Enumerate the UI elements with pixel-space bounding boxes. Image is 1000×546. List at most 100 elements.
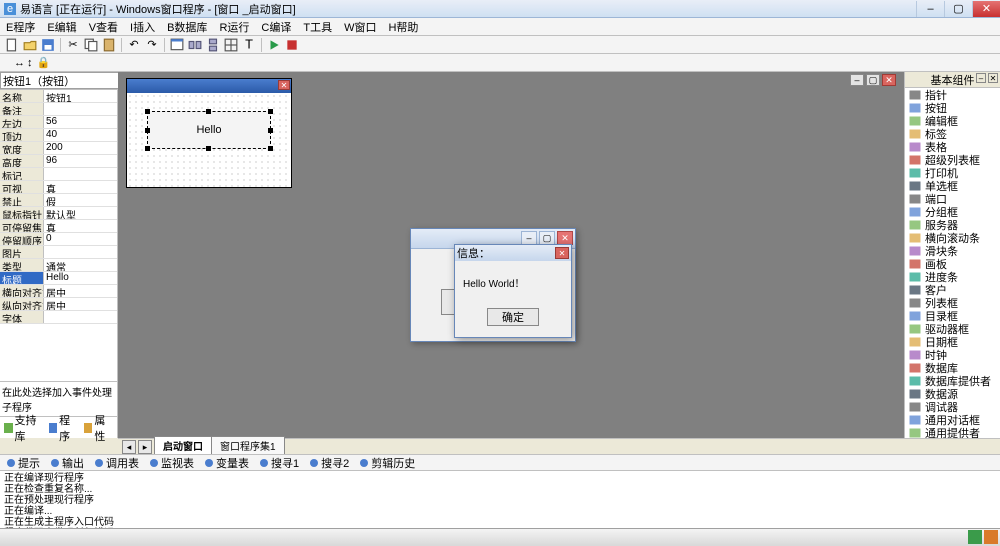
property-row[interactable]: 左边56 <box>0 116 117 129</box>
redo-icon[interactable]: ↷ <box>144 38 160 52</box>
runtime-close-icon[interactable]: ✕ <box>557 231 573 245</box>
paste-icon[interactable] <box>101 38 117 52</box>
left-tab[interactable]: 程序 <box>49 412 78 444</box>
design-button[interactable]: Hello <box>147 111 271 149</box>
run-icon[interactable] <box>266 38 282 52</box>
property-value[interactable]: Hello <box>44 272 117 284</box>
menu-item[interactable]: R运行 <box>219 19 249 35</box>
property-grid[interactable]: 名称按钮1备注左边56顶边40宽度200高度96标记可视真禁止假鼠标指针默认型可… <box>0 90 117 381</box>
tray-icon[interactable] <box>984 530 998 544</box>
property-value[interactable] <box>44 168 117 180</box>
resize-handle[interactable] <box>268 146 273 151</box>
menu-item[interactable]: I插入 <box>130 19 155 35</box>
property-value[interactable]: 真 <box>44 181 117 193</box>
tab-order-icon[interactable]: T <box>241 38 257 52</box>
document-tab[interactable]: 窗口程序集1 <box>211 436 285 454</box>
menu-item[interactable]: H帮助 <box>388 19 418 35</box>
component-item[interactable]: 滑块条 <box>905 244 1000 257</box>
document-tab[interactable]: 启动窗口 <box>154 436 212 454</box>
property-row[interactable]: 备注 <box>0 103 117 116</box>
palette-close-icon[interactable]: ✕ <box>988 73 998 83</box>
layout-v-icon[interactable] <box>205 38 221 52</box>
output-panel[interactable]: 正在编译现行程序 正在检查重复名称... 正在预处理现行程序 正在编译... 正… <box>0 470 1000 528</box>
tab-nav-prev[interactable]: ◂ <box>122 440 136 454</box>
layout-h-icon[interactable] <box>187 38 203 52</box>
property-value[interactable]: 真 <box>44 220 117 232</box>
messagebox-close-icon[interactable]: ✕ <box>555 247 569 259</box>
property-value[interactable]: 居中 <box>44 298 117 310</box>
property-row[interactable]: 横向对齐方式居中 <box>0 285 117 298</box>
bottom-tool-tab[interactable]: 调用表 <box>94 455 139 471</box>
resize-handle[interactable] <box>206 146 211 151</box>
resize-handle[interactable] <box>268 128 273 133</box>
bottom-tool-tab[interactable]: 搜寻1 <box>259 455 299 471</box>
menu-item[interactable]: T工具 <box>303 19 332 35</box>
property-row[interactable]: 可视真 <box>0 181 117 194</box>
window-minimize-button[interactable]: – <box>916 1 944 17</box>
property-value[interactable]: 通常 <box>44 259 117 271</box>
design-form-close-icon[interactable]: ✕ <box>278 80 290 90</box>
grid-icon[interactable] <box>223 38 239 52</box>
component-item[interactable]: 日期框 <box>905 335 1000 348</box>
property-row[interactable]: 纵向对齐方式居中 <box>0 298 117 311</box>
property-row[interactable]: 顶边40 <box>0 129 117 142</box>
resize-handle[interactable] <box>145 146 150 151</box>
property-row[interactable]: 字体 <box>0 311 117 324</box>
property-row[interactable]: 禁止假 <box>0 194 117 207</box>
tab-nav-next[interactable]: ▸ <box>138 440 152 454</box>
resize-handle[interactable] <box>145 109 150 114</box>
bottom-tool-tab[interactable]: 提示 <box>6 455 40 471</box>
property-value[interactable]: 96 <box>44 155 117 167</box>
bottom-tool-tab[interactable]: 输出 <box>50 455 84 471</box>
property-row[interactable]: 标题Hello <box>0 272 117 285</box>
component-item[interactable]: 指针 <box>905 88 1000 101</box>
property-value[interactable] <box>44 246 117 258</box>
window-maximize-button[interactable]: ▢ <box>944 1 972 17</box>
component-item[interactable]: 进度条 <box>905 270 1000 283</box>
left-tab[interactable]: 属性 <box>84 412 113 444</box>
property-row[interactable]: 名称按钮1 <box>0 90 117 103</box>
property-row[interactable]: 标记 <box>0 168 117 181</box>
stop-icon[interactable] <box>284 38 300 52</box>
palette-min-icon[interactable]: – <box>976 73 986 83</box>
menu-item[interactable]: W窗口 <box>344 19 376 35</box>
bottom-tool-tab[interactable]: 监视表 <box>149 455 194 471</box>
property-value[interactable]: 假 <box>44 194 117 206</box>
lock-icon[interactable]: 🔒 <box>37 56 51 69</box>
component-item[interactable]: 编辑框 <box>905 114 1000 127</box>
property-value[interactable] <box>44 311 117 323</box>
property-row[interactable]: 图片 <box>0 246 117 259</box>
design-surface[interactable]: – ▢ ✕ ✕ Hello – <box>118 72 904 438</box>
same-height-icon[interactable]: ↕ <box>27 57 33 69</box>
open-icon[interactable] <box>22 38 38 52</box>
property-row[interactable]: 类型通常 <box>0 259 117 272</box>
component-item[interactable]: 通用提供者 <box>905 426 1000 438</box>
component-item[interactable]: 标签 <box>905 127 1000 140</box>
property-value[interactable]: 居中 <box>44 285 117 297</box>
property-value[interactable] <box>44 103 117 115</box>
bottom-tool-tab[interactable]: 搜寻2 <box>309 455 349 471</box>
property-row[interactable]: 停留顺序0 <box>0 233 117 246</box>
messagebox-ok-button[interactable]: 确定 <box>487 308 539 326</box>
window-close-button[interactable]: ✕ <box>972 1 1000 17</box>
resize-handle[interactable] <box>206 109 211 114</box>
undo-icon[interactable]: ↶ <box>126 38 142 52</box>
menu-item[interactable]: E程序 <box>6 19 35 35</box>
property-row[interactable]: 鼠标指针默认型 <box>0 207 117 220</box>
new-icon[interactable] <box>4 38 20 52</box>
property-value[interactable]: 0 <box>44 233 117 245</box>
menu-item[interactable]: E编辑 <box>47 19 76 35</box>
cut-icon[interactable]: ✂ <box>65 38 81 52</box>
component-item[interactable]: 单选框 <box>905 179 1000 192</box>
save-icon[interactable] <box>40 38 56 52</box>
copy-icon[interactable] <box>83 38 99 52</box>
resize-handle[interactable] <box>268 109 273 114</box>
menu-item[interactable]: B数据库 <box>167 19 207 35</box>
same-width-icon[interactable]: ↔ <box>14 57 25 69</box>
property-row[interactable]: 宽度200 <box>0 142 117 155</box>
runtime-maximize-icon[interactable]: ▢ <box>539 231 555 245</box>
mdi-minimize-icon[interactable]: – <box>850 74 864 86</box>
design-form-titlebar[interactable]: ✕ <box>127 79 291 93</box>
resize-handle[interactable] <box>145 128 150 133</box>
property-value[interactable]: 按钮1 <box>44 90 117 102</box>
